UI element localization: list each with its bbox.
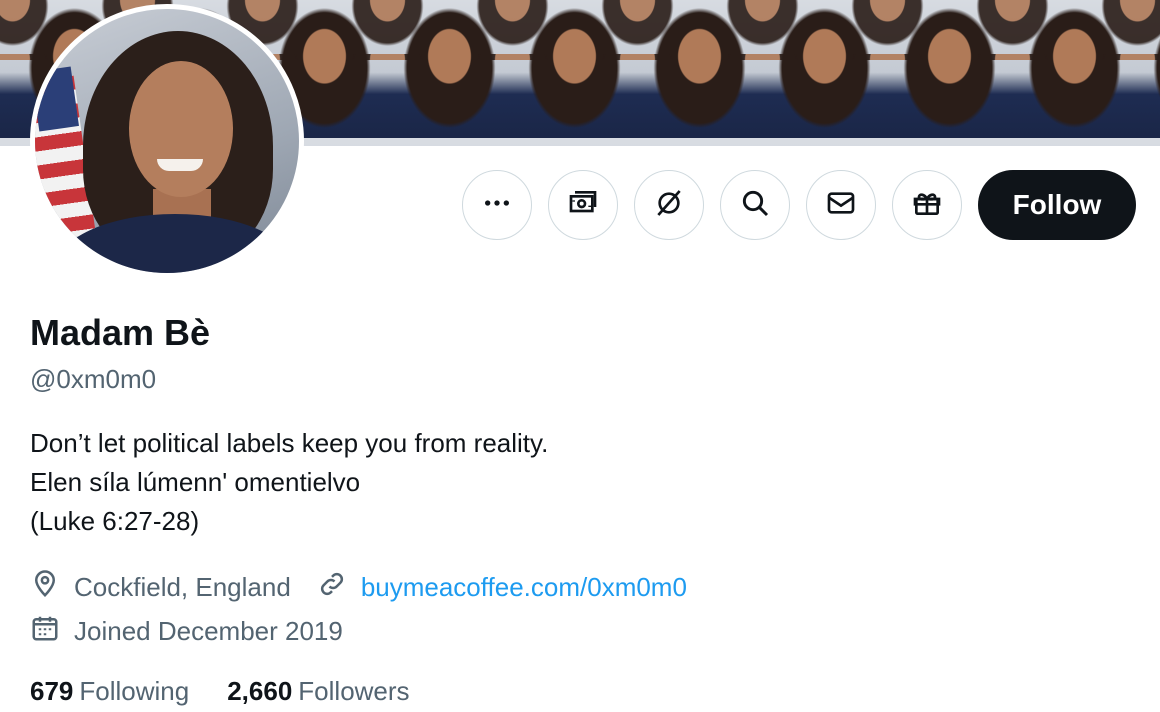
search-icon: [739, 187, 771, 224]
followers-label: Followers: [298, 676, 410, 706]
profile-avatar[interactable]: [30, 4, 304, 278]
gift-button[interactable]: [892, 170, 962, 240]
website-item[interactable]: buymeacoffee.com/0xm0m0: [317, 569, 687, 606]
avatar-face: [129, 61, 233, 197]
followers-count: 2,660: [227, 676, 293, 706]
following-count: 679: [30, 676, 74, 706]
tip-button[interactable]: [548, 170, 618, 240]
location-item: Cockfield, England: [30, 569, 291, 606]
followers-stat[interactable]: 2,660 Followers: [227, 676, 409, 707]
more-button[interactable]: [462, 170, 532, 240]
link-icon: [317, 569, 361, 606]
follow-button[interactable]: Follow: [978, 170, 1136, 240]
bio-line: Don’t let political labels keep you from…: [30, 428, 549, 458]
joined-item: Joined December 2019: [30, 613, 343, 650]
grok-button[interactable]: [634, 170, 704, 240]
calendar-icon: [30, 613, 74, 650]
profile-stats: 679 Following 2,660 Followers: [30, 676, 448, 707]
following-stat[interactable]: 679 Following: [30, 676, 189, 707]
profile-meta: Cockfield, England buymeacoffee.com/0xm0…: [30, 568, 713, 656]
grok-slash-icon: [653, 187, 685, 224]
location-text: Cockfield, England: [74, 571, 291, 602]
envelope-icon: [825, 187, 857, 224]
joined-text: Joined December 2019: [74, 615, 343, 646]
more-horizontal-icon: [481, 187, 513, 224]
search-button[interactable]: [720, 170, 790, 240]
location-pin-icon: [30, 569, 74, 606]
profile-actions: Follow: [462, 170, 1136, 240]
money-icon: [567, 187, 599, 224]
profile-bio: Don’t let political labels keep you from…: [30, 424, 548, 541]
bio-line: (Luke 6:27-28): [30, 506, 200, 536]
website-link[interactable]: buymeacoffee.com/0xm0m0: [361, 572, 687, 603]
bio-line: Elen síla lúmenn' omentielvo: [30, 467, 361, 497]
avatar-flag-canton: [35, 66, 79, 132]
display-name: Madam Bè: [30, 312, 211, 353]
gift-icon: [911, 187, 943, 224]
user-handle: @0xm0m0: [30, 364, 157, 394]
following-label: Following: [79, 676, 190, 706]
message-button[interactable]: [806, 170, 876, 240]
avatar-smile: [157, 159, 203, 171]
